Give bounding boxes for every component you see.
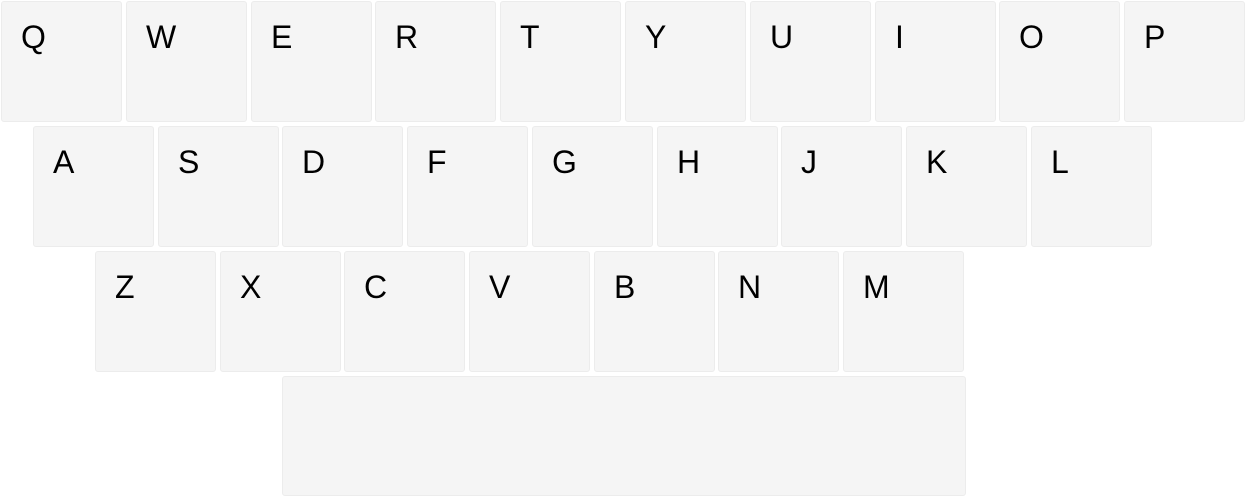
key-c[interactable]: C [344, 251, 465, 372]
key-z[interactable]: Z [95, 251, 216, 372]
key-label: N [738, 269, 762, 305]
key-label: J [801, 144, 817, 180]
key-label: Z [115, 269, 135, 305]
key-x[interactable]: X [220, 251, 341, 372]
key-q[interactable]: Q [1, 1, 122, 122]
key-j[interactable]: J [781, 126, 902, 247]
key-label: G [552, 144, 577, 180]
key-label: H [677, 144, 701, 180]
key-label: O [1019, 19, 1044, 55]
key-label: B [614, 269, 636, 305]
key-label: I [895, 19, 904, 55]
key-label: S [178, 144, 200, 180]
key-label: T [520, 19, 540, 55]
key-label: R [395, 19, 419, 55]
key-label: C [364, 269, 388, 305]
key-k[interactable]: K [906, 126, 1027, 247]
key-y[interactable]: Y [625, 1, 746, 122]
key-i[interactable]: I [875, 1, 996, 122]
key-label: D [302, 144, 326, 180]
key-label: Y [645, 19, 667, 55]
key-n[interactable]: N [718, 251, 839, 372]
key-e[interactable]: E [251, 1, 372, 122]
key-f[interactable]: F [407, 126, 528, 247]
key-label: P [1144, 19, 1166, 55]
on-screen-keyboard: Q W E R T Y U I O P A S D F G H J K L Z … [0, 0, 1245, 497]
key-w[interactable]: W [126, 1, 247, 122]
key-label: X [240, 269, 262, 305]
key-d[interactable]: D [282, 126, 403, 247]
key-o[interactable]: O [999, 1, 1120, 122]
key-label: U [770, 19, 794, 55]
key-label: K [926, 144, 948, 180]
key-s[interactable]: S [158, 126, 279, 247]
key-label: Q [21, 19, 46, 55]
space-bar-key[interactable] [282, 376, 966, 496]
key-g[interactable]: G [532, 126, 653, 247]
key-u[interactable]: U [750, 1, 871, 122]
key-p[interactable]: P [1124, 1, 1245, 122]
key-label: L [1051, 144, 1069, 180]
key-l[interactable]: L [1031, 126, 1152, 247]
key-label: W [146, 19, 177, 55]
key-v[interactable]: V [469, 251, 590, 372]
key-m[interactable]: M [843, 251, 964, 372]
key-label: V [489, 269, 511, 305]
key-label: E [271, 19, 293, 55]
key-label: M [863, 269, 890, 305]
key-b[interactable]: B [594, 251, 715, 372]
key-a[interactable]: A [33, 126, 154, 247]
key-h[interactable]: H [657, 126, 778, 247]
key-r[interactable]: R [375, 1, 496, 122]
key-label: A [53, 144, 75, 180]
key-t[interactable]: T [500, 1, 621, 122]
key-label: F [427, 144, 447, 180]
